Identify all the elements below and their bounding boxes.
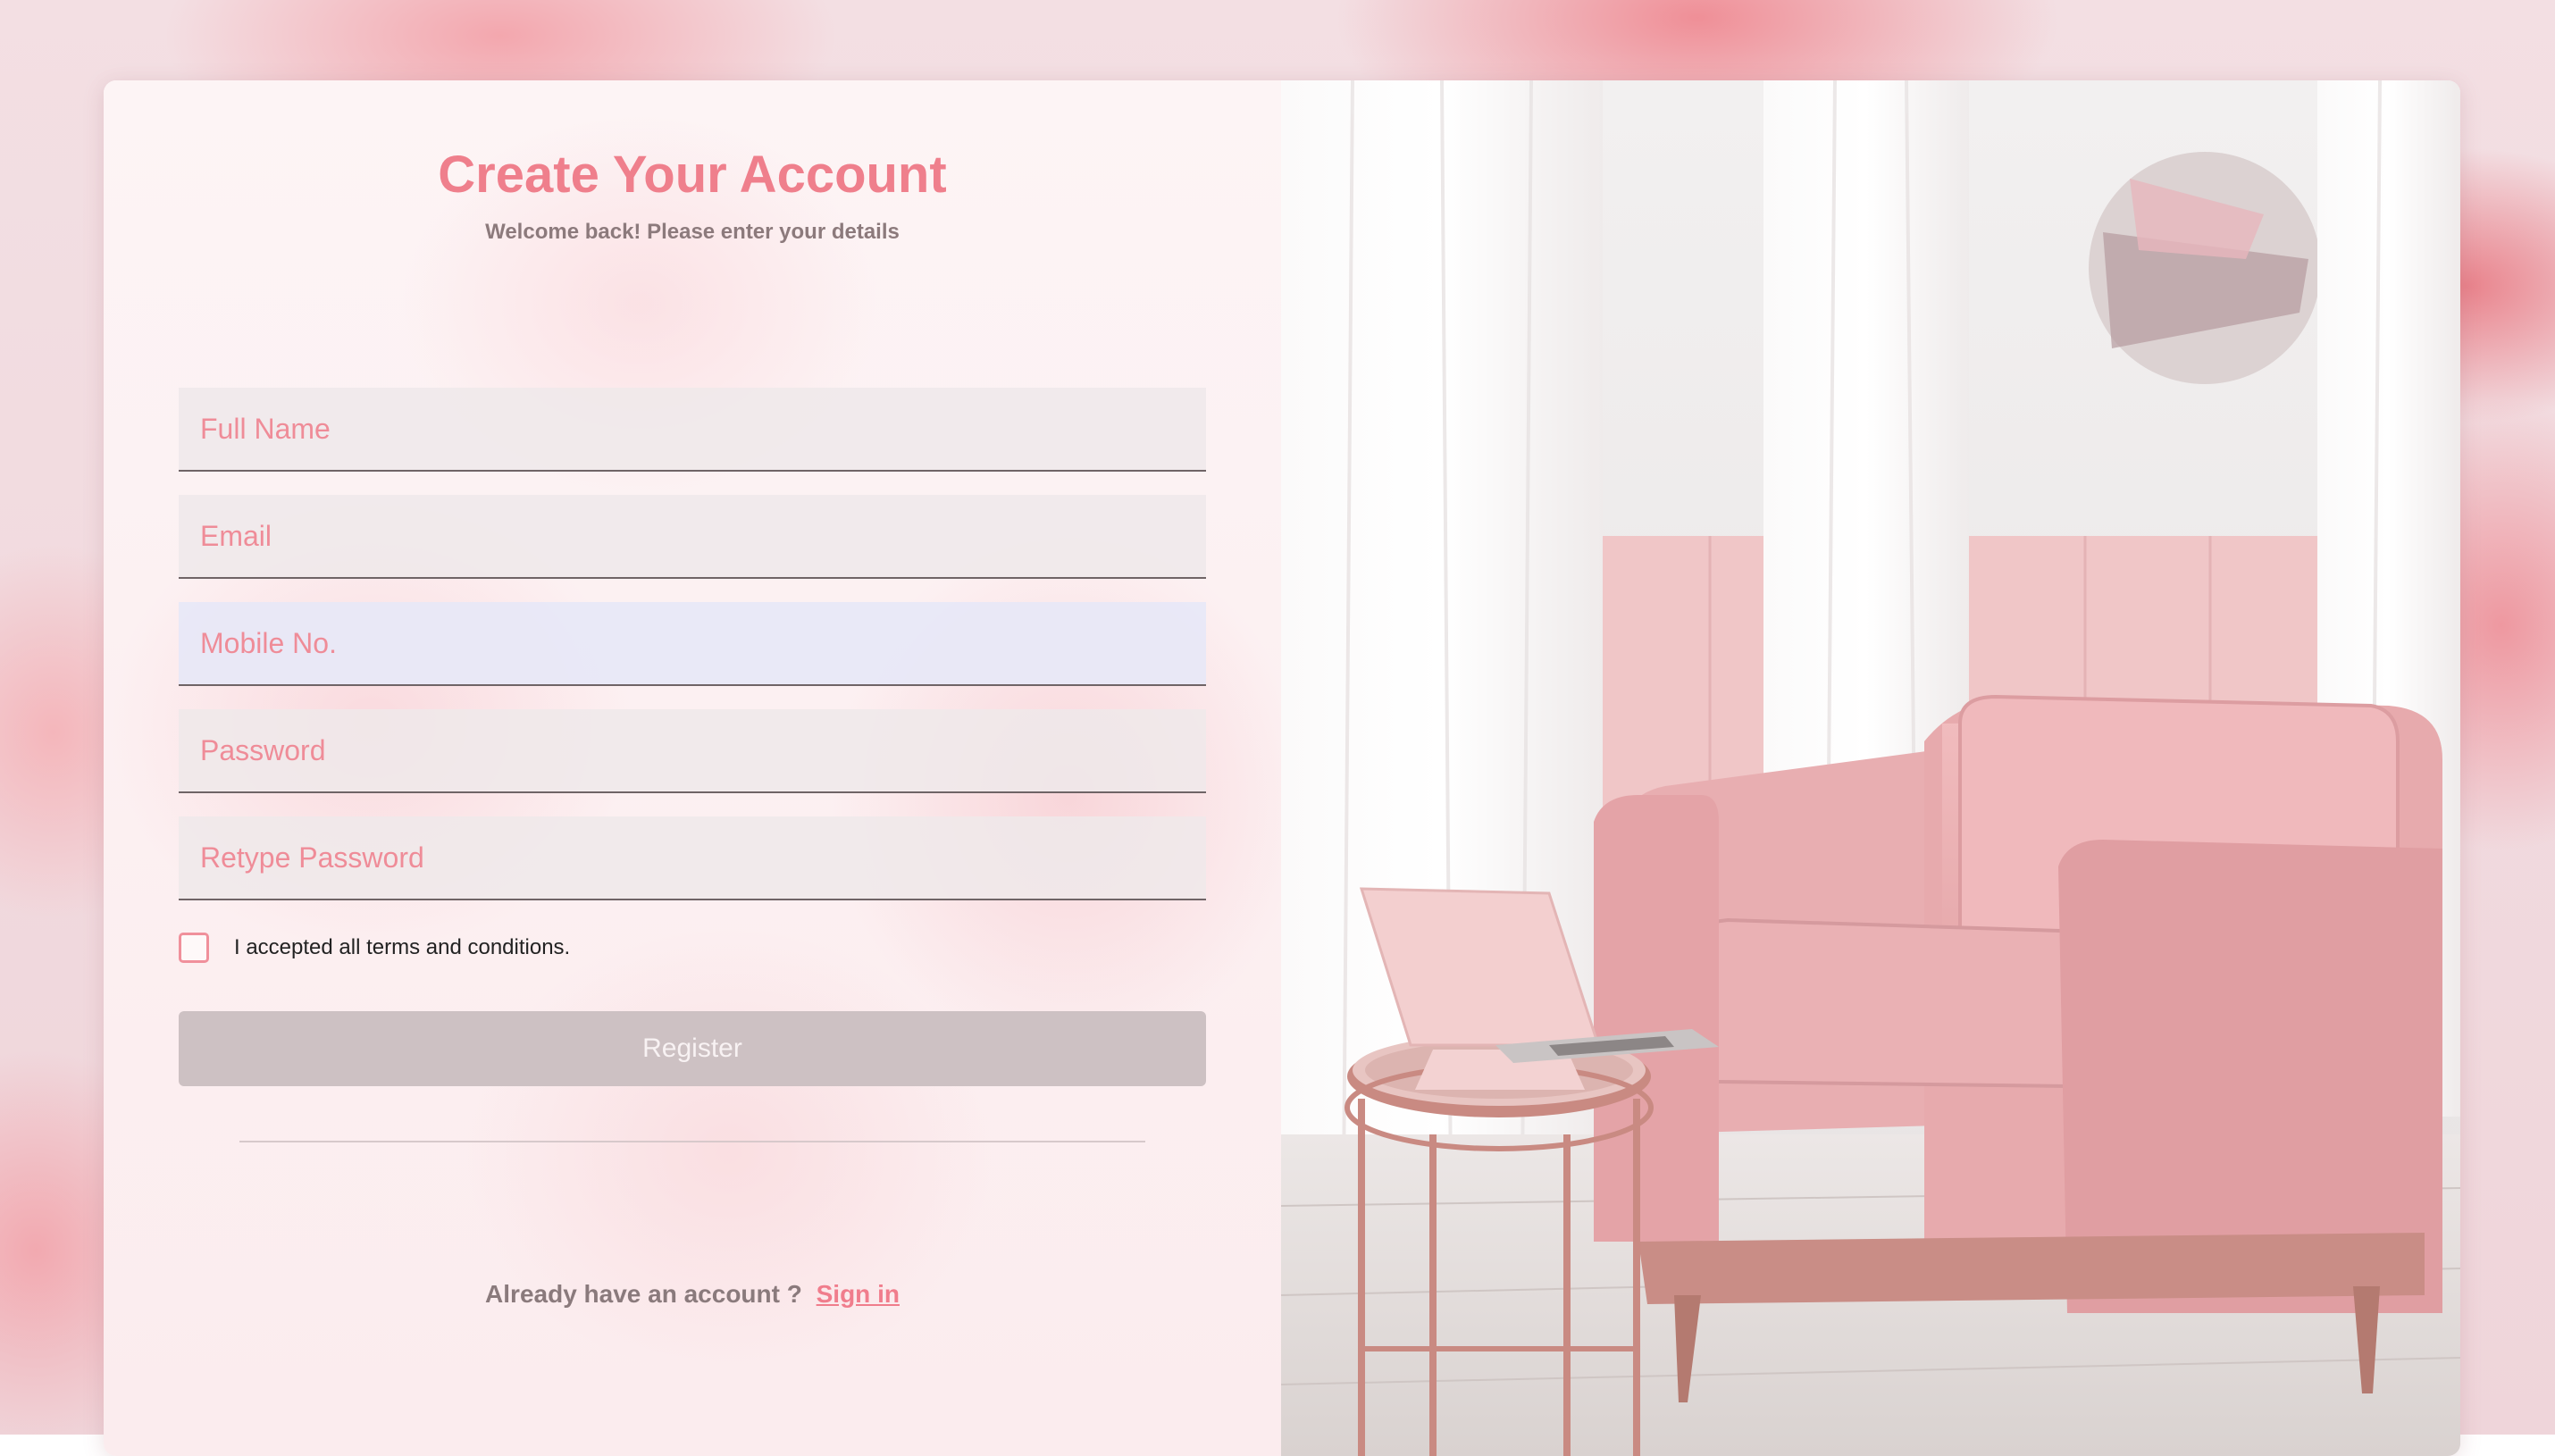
- retype-password-field[interactable]: [179, 816, 1206, 900]
- form-panel: Create Your Account Welcome back! Please…: [104, 80, 1281, 1456]
- email-field[interactable]: [179, 495, 1206, 579]
- password-field[interactable]: [179, 709, 1206, 793]
- terms-label: I accepted all terms and conditions.: [234, 935, 571, 959]
- page-title: Create Your Account: [438, 146, 947, 204]
- terms-checkbox[interactable]: [179, 933, 209, 963]
- signup-card: Create Your Account Welcome back! Please…: [104, 80, 2460, 1456]
- signin-row: Already have an account ? Sign in: [104, 1280, 1281, 1309]
- hero-illustration: [1281, 80, 2460, 1456]
- terms-row: I accepted all terms and conditions.: [179, 931, 570, 965]
- divider: [239, 1141, 1145, 1142]
- full-name-field[interactable]: [179, 388, 1206, 472]
- page-subtitle: Welcome back! Please enter your details: [485, 220, 900, 244]
- register-button[interactable]: Register: [179, 1011, 1206, 1086]
- signin-prompt: Already have an account ?: [485, 1280, 802, 1308]
- signin-link[interactable]: Sign in: [817, 1280, 900, 1308]
- mobile-field[interactable]: [179, 602, 1206, 686]
